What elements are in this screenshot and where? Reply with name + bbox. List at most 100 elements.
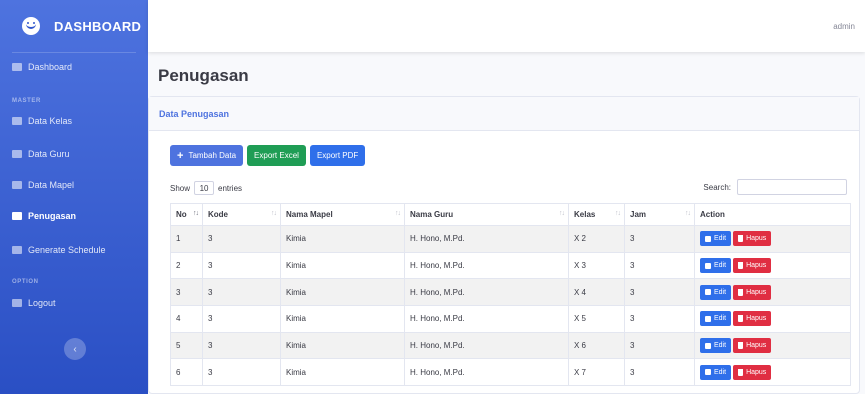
cell-kelas: X 3 (568, 251, 625, 280)
col-header-no[interactable]: No ↑↓ (170, 203, 203, 226)
sidebar-item-label: Data Guru (28, 149, 70, 159)
export-pdf-button[interactable]: Export PDF (309, 145, 366, 166)
page-title: Penugasan (158, 66, 249, 85)
table-row: 1 3 Kimia H. Hono, M.Pd. X 2 3 Edit Hapus (170, 225, 851, 253)
col-label: Jam (630, 210, 647, 219)
sidebar-item-generate-schedule[interactable]: Generate Schedule (0, 245, 148, 255)
book-icon (12, 181, 22, 189)
hapus-button[interactable]: Hapus (733, 258, 772, 274)
brand[interactable]: DASHBOARD (0, 0, 148, 52)
edit-button[interactable]: Edit (700, 284, 732, 300)
edit-button[interactable]: Edit (700, 338, 732, 354)
entries-label: entries (218, 183, 243, 193)
cell-kelas: X 2 (568, 225, 625, 253)
trash-icon (738, 315, 744, 323)
cell-jam: 3 (624, 278, 695, 307)
sort-icon: ↑↓ (615, 210, 621, 217)
sidebar-item-data-mapel[interactable]: Data Mapel (0, 180, 148, 190)
sort-icon: ↑↓ (271, 210, 277, 217)
col-label: Nama Guru (410, 210, 454, 219)
export-excel-button[interactable]: Export Excel (247, 145, 306, 166)
sidebar-toggle-button[interactable]: ‹ (64, 338, 86, 360)
edit-button[interactable]: Edit (700, 364, 732, 380)
col-header-nama-guru[interactable]: Nama Guru ↑↓ (404, 203, 569, 226)
hapus-label: Hapus (746, 342, 767, 350)
trash-icon (738, 262, 744, 270)
edit-button[interactable]: Edit (700, 231, 732, 247)
tambah-data-button[interactable]: + Tambah Data (170, 145, 244, 166)
hapus-label: Hapus (746, 315, 767, 323)
cell-action: Edit Hapus (694, 251, 851, 280)
cell-no: 2 (170, 251, 203, 280)
search-input[interactable] (737, 179, 847, 195)
edit-icon (705, 289, 711, 296)
trash-icon (738, 288, 744, 296)
hapus-button[interactable]: Hapus (733, 284, 772, 300)
sidebar-item-label: Dashboard (28, 62, 73, 72)
cell-kelas: X 7 (568, 358, 625, 387)
edit-label: Edit (714, 368, 727, 376)
section-option-label: OPTION (12, 279, 39, 285)
sidebar-item-dashboard[interactable]: Dashboard (0, 62, 148, 72)
edit-icon (705, 369, 711, 376)
cell-jam: 3 (624, 305, 695, 333)
cell-mapel: Kimia (280, 225, 405, 253)
entries-length: Show 10 entries (170, 181, 242, 195)
cell-guru: H. Hono, M.Pd. (404, 305, 569, 333)
sidebar-item-label: Generate Schedule (28, 245, 106, 255)
cell-mapel: Kimia (280, 358, 405, 387)
cell-no: 1 (170, 225, 203, 253)
sidebar-item-data-kelas[interactable]: Data Kelas (0, 116, 148, 126)
hapus-button[interactable]: Hapus (733, 338, 772, 354)
col-header-kode[interactable]: Kode ↑↓ (202, 203, 281, 226)
col-header-nama-mapel[interactable]: Nama Mapel ↑↓ (280, 203, 405, 226)
col-label: Kode (208, 210, 228, 219)
sort-icon: ↑↓ (193, 210, 199, 217)
sort-icon: ↑↓ (395, 210, 401, 217)
col-header-kelas[interactable]: Kelas ↑↓ (568, 203, 625, 226)
cell-mapel: Kimia (280, 251, 405, 280)
sidebar-item-data-guru[interactable]: Data Guru (0, 149, 148, 159)
cell-action: Edit Hapus (694, 225, 851, 253)
list-icon (12, 117, 22, 125)
cell-action: Edit Hapus (694, 331, 851, 360)
sidebar-item-penugasan[interactable]: Penugasan (0, 211, 148, 221)
edit-icon (705, 342, 711, 349)
col-label: Nama Mapel (286, 210, 333, 219)
entries-select[interactable]: 10 (194, 181, 215, 195)
cell-kode: 3 (202, 331, 281, 360)
cell-jam: 3 (624, 331, 695, 360)
calendar-icon (12, 246, 22, 254)
cell-action: Edit Hapus (694, 305, 851, 333)
cell-no: 5 (170, 331, 203, 360)
cell-no: 4 (170, 305, 203, 333)
edit-button[interactable]: Edit (700, 258, 732, 274)
action-group: Edit Hapus (700, 311, 845, 327)
cell-jam: 3 (624, 251, 695, 280)
cell-jam: 3 (624, 358, 695, 387)
hapus-label: Hapus (746, 235, 767, 243)
hapus-button[interactable]: Hapus (733, 231, 772, 247)
penugasan-card: Data Penugasan + Tambah Data Export Exce… (148, 96, 860, 394)
sidebar-item-logout[interactable]: Logout (0, 298, 148, 308)
cell-guru: H. Hono, M.Pd. (404, 278, 569, 307)
logout-icon (12, 299, 22, 307)
search-box: Search: (703, 179, 847, 195)
cell-kelas: X 6 (568, 331, 625, 360)
hapus-button[interactable]: Hapus (733, 311, 772, 327)
cell-guru: H. Hono, M.Pd. (404, 225, 569, 253)
edit-icon (705, 315, 711, 322)
toolbar: + Tambah Data Export Excel Export PDF (170, 145, 366, 166)
sidebar-item-label: Data Kelas (28, 116, 73, 126)
action-group: Edit Hapus (700, 364, 845, 380)
plus-icon: + (177, 149, 184, 162)
hapus-button[interactable]: Hapus (733, 364, 772, 380)
edit-button[interactable]: Edit (700, 311, 732, 327)
trash-icon (738, 235, 744, 243)
col-header-jam[interactable]: Jam ↑↓ (624, 203, 695, 226)
hapus-label: Hapus (746, 288, 767, 296)
cell-action: Edit Hapus (694, 278, 851, 307)
cell-kelas: X 5 (568, 305, 625, 333)
book-open-icon (12, 212, 22, 220)
user-name[interactable]: admin (833, 22, 855, 31)
